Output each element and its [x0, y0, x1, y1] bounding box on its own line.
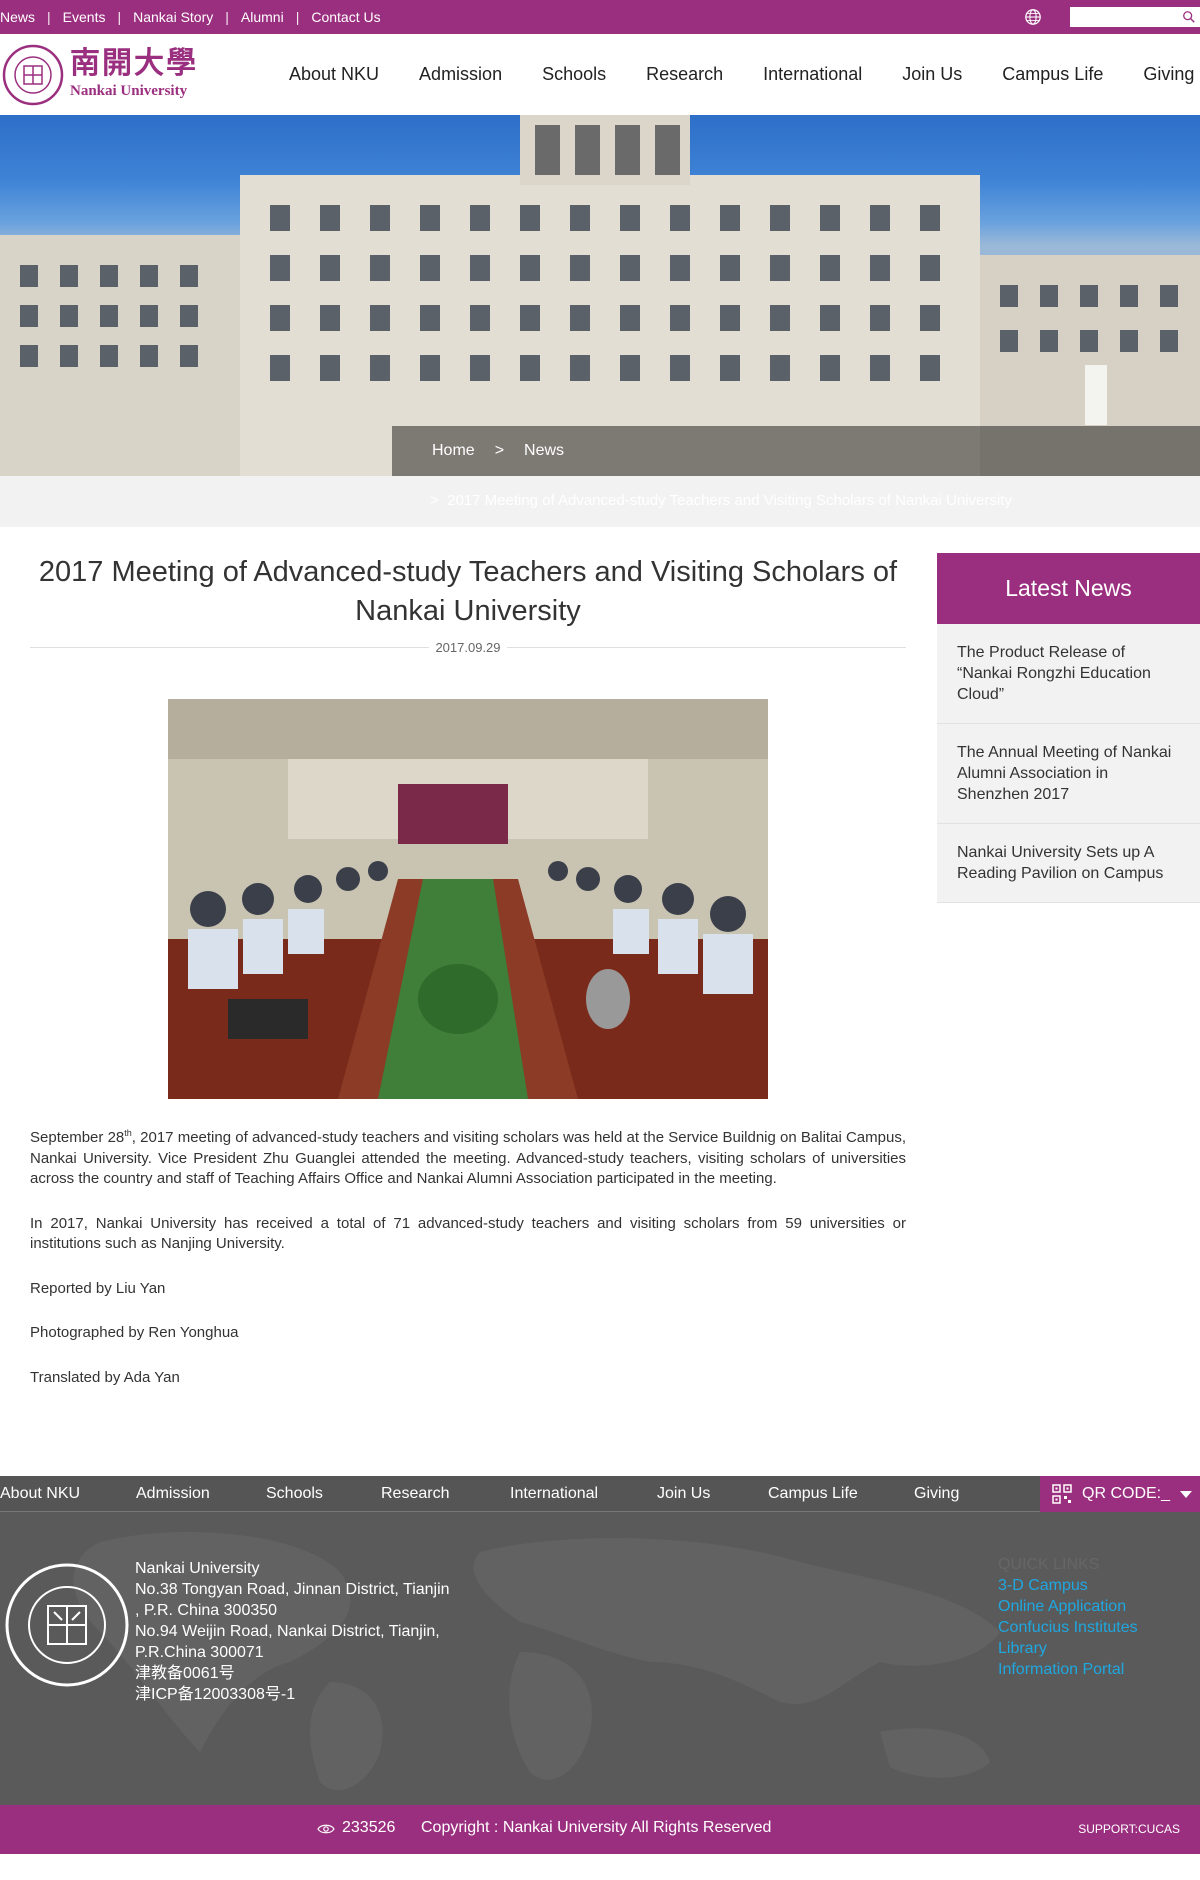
footer-nav-about-nku[interactable]: About NKU — [0, 1485, 80, 1503]
latest-news-title: Latest News — [937, 553, 1200, 624]
address-line: , P.R. China 300350 — [135, 1602, 278, 1619]
address-line: No.38 Tongyan Road, Jinnan District, Tia… — [135, 1581, 450, 1598]
logo-text: 南開大學 Nankai University — [70, 49, 198, 100]
search-box — [1070, 7, 1200, 27]
nav-admission[interactable]: Admission — [419, 64, 502, 85]
address-line: 津教备0061号 — [135, 1665, 235, 1682]
support-link[interactable]: SUPPORT:CUCAS — [1078, 1822, 1180, 1836]
article-paragraph: September 28th, 2017 meeting of advanced… — [30, 1123, 906, 1190]
top-links: News | Events | Nankai Story | Alumni | Cont… — [0, 9, 393, 25]
campus-building-image — [0, 115, 1200, 476]
address-line: Nankai University — [135, 1560, 260, 1577]
latest-news-item[interactable]: Nankai University Sets up A Reading Pavi… — [937, 824, 1200, 903]
copyright-text: Copyright : Nankai University All Rights… — [421, 1819, 772, 1836]
superscript: th — [124, 1128, 132, 1138]
footer-nav-join-us[interactable]: Join Us — [657, 1485, 710, 1503]
nav-about-nku[interactable]: About NKU — [289, 64, 379, 85]
main-nav: About NKU Admission Schools Research Int… — [289, 64, 1194, 85]
footer-nav-giving[interactable]: Giving — [914, 1485, 959, 1503]
sub-breadcrumb-separator: > — [430, 492, 439, 509]
qr-code-icon — [1052, 1484, 1072, 1504]
latest-news-item[interactable]: The Product Release of “Nankai Rongzhi E… — [937, 624, 1200, 724]
separator: | — [117, 9, 122, 25]
logo-chinese: 南開大學 — [70, 46, 198, 81]
logo[interactable]: 南開大學 Nankai University — [0, 44, 240, 106]
breadcrumb: Home > News — [392, 426, 1200, 476]
footer-nav-admission[interactable]: Admission — [136, 1485, 210, 1503]
article-date: 2017.09.29 — [30, 640, 906, 663]
copyright-bar: 233526 Copyright : Nankai University All… — [0, 1805, 1200, 1854]
footer-nav: About NKU Admission Schools Research Int… — [0, 1476, 1200, 1512]
sub-breadcrumb: > 2017 Meeting of Advanced-study Teacher… — [0, 476, 1200, 527]
top-bar: News | Events | Nankai Story | Alumni | Cont… — [0, 0, 1200, 34]
footer: About NKU Admission Schools Research Int… — [0, 1476, 1200, 1805]
nav-campus-life[interactable]: Campus Life — [1002, 64, 1103, 85]
quick-link-information-portal[interactable]: Information Portal — [998, 1659, 1138, 1680]
paragraph-text: September 28 — [30, 1129, 125, 1146]
footer-nav-schools[interactable]: Schools — [266, 1485, 323, 1503]
header: 南開大學 Nankai University About NKU Admissi… — [0, 34, 1200, 115]
nav-giving[interactable]: Giving — [1143, 64, 1194, 85]
breadcrumb-home[interactable]: Home — [432, 442, 475, 460]
quick-link-3d-campus[interactable]: 3-D Campus — [998, 1575, 1138, 1596]
footer-address: Nankai University No.38 Tongyan Road, Ji… — [135, 1558, 450, 1705]
footer-nav-campus-life[interactable]: Campus Life — [768, 1485, 858, 1503]
globe-icon[interactable] — [1024, 8, 1042, 26]
nav-research[interactable]: Research — [646, 64, 723, 85]
visit-counter: 233526 — [342, 1819, 396, 1836]
breadcrumb-separator: > — [494, 442, 505, 459]
latest-news-item[interactable]: The Annual Meeting of Nankai Alumni Asso… — [937, 724, 1200, 824]
sub-breadcrumb-current: > 2017 Meeting of Advanced-study Teacher… — [430, 492, 1012, 509]
meeting-room-image — [168, 699, 768, 1099]
article-translator: Translated by Ada Yan — [30, 1368, 180, 1386]
article-title: 2017 Meeting of Advanced-study Teachers … — [38, 556, 898, 627]
search-input[interactable] — [1070, 7, 1200, 27]
footer-nav-research[interactable]: Research — [381, 1485, 449, 1503]
quick-link-library[interactable]: Library — [998, 1638, 1138, 1659]
top-link-events[interactable]: Events — [51, 9, 118, 25]
top-link-news[interactable]: News — [0, 9, 47, 25]
eye-icon — [317, 1824, 335, 1834]
top-link-contact-us[interactable]: Contact Us — [299, 9, 392, 25]
article: 2017 Meeting of Advanced-study Teachers … — [30, 553, 906, 1388]
university-seal-icon — [5, 1563, 129, 1687]
address-line: No.94 Weijin Road, Nankai District, Tian… — [135, 1623, 440, 1640]
top-link-alumni[interactable]: Alumni — [229, 9, 296, 25]
quick-link-online-application[interactable]: Online Application — [998, 1596, 1138, 1617]
top-right — [1024, 7, 1200, 27]
chevron-down-icon — [1180, 1490, 1193, 1498]
nav-join-us[interactable]: Join Us — [902, 64, 962, 85]
separator: | — [47, 9, 51, 25]
qr-code-dropdown[interactable]: QR CODE:_ — [1040, 1476, 1200, 1512]
qr-code-label: QR CODE:_ — [1082, 1485, 1171, 1502]
quick-links-title: QUICK LINKS — [998, 1556, 1100, 1573]
article-photographer: Photographed by Ren Yonghua — [30, 1324, 239, 1341]
banner: Home > News — [0, 115, 1200, 476]
article-reporter: Reported by Liu Yan — [30, 1279, 166, 1297]
nav-international[interactable]: International — [763, 64, 862, 85]
university-seal-icon — [2, 44, 64, 105]
sub-breadcrumb-title: 2017 Meeting of Advanced-study Teachers … — [447, 492, 1012, 509]
logo-english: Nankai University — [70, 83, 188, 99]
latest-news-list: The Product Release of “Nankai Rongzhi E… — [937, 624, 1200, 903]
article-photo — [168, 699, 768, 1099]
footer-nav-international[interactable]: International — [510, 1485, 598, 1503]
search-icon[interactable] — [1182, 10, 1196, 24]
separator: | — [295, 9, 300, 25]
separator: | — [225, 9, 229, 25]
address-line: 津ICP备12003308号-1 — [135, 1686, 296, 1703]
quick-links: QUICK LINKS 3-D Campus Online Applicatio… — [998, 1554, 1138, 1680]
nav-schools[interactable]: Schools — [542, 64, 606, 85]
breadcrumb-news[interactable]: News — [524, 442, 564, 460]
article-body: September 28th, 2017 meeting of advanced… — [30, 1123, 906, 1388]
top-link-nankai-story[interactable]: Nankai Story — [121, 9, 225, 25]
article-date-text: 2017.09.29 — [429, 640, 507, 655]
paragraph-text: , 2017 meeting of advanced-study teacher… — [30, 1129, 906, 1187]
sidebar: Latest News The Product Release of “Nank… — [937, 553, 1200, 1388]
article-paragraph: In 2017, Nankai University has received … — [30, 1214, 906, 1253]
content: 2017 Meeting of Advanced-study Teachers … — [0, 527, 1200, 1388]
address-line: P.R.China 300071 — [135, 1644, 264, 1661]
quick-link-confucius-institutes[interactable]: Confucius Institutes — [998, 1617, 1138, 1638]
